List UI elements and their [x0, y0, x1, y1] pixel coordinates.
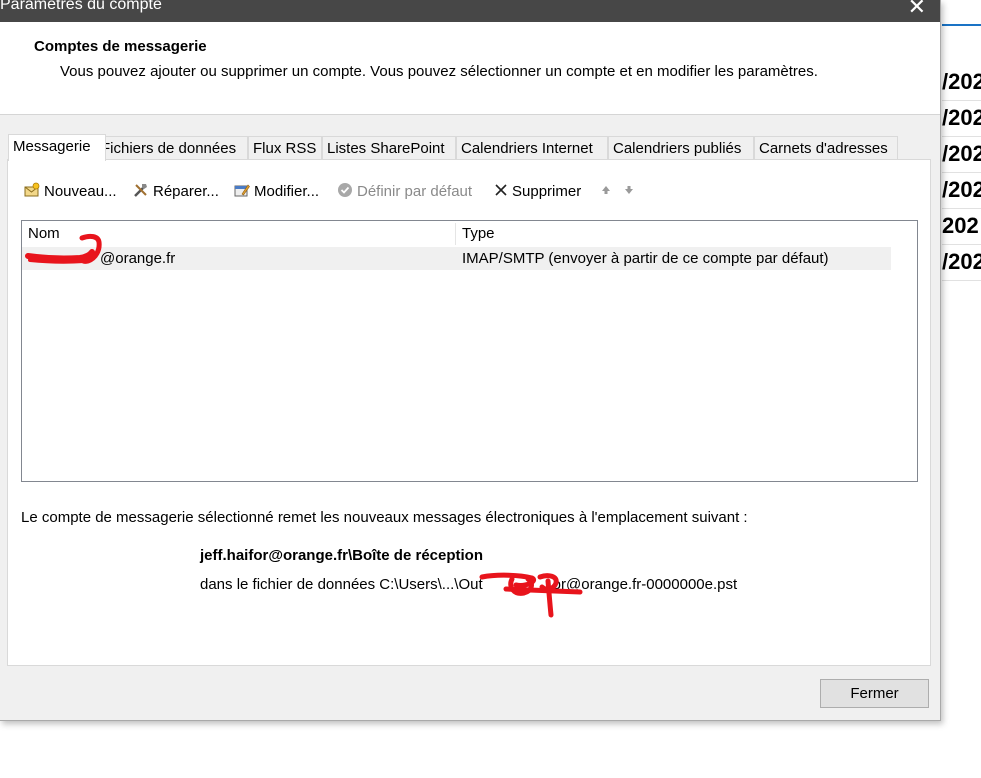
column-separator[interactable] [455, 223, 456, 245]
check-circle-icon [338, 183, 352, 197]
edit-account-icon [234, 184, 250, 197]
account-row[interactable]: @orange.fr IMAP/SMTP (envoyer à partir d… [22, 247, 891, 270]
header-description: Vous pouvez ajouter ou supprimer un comp… [60, 63, 818, 80]
new-account-button[interactable]: Nouveau... [24, 182, 117, 202]
move-down-button[interactable] [621, 182, 641, 202]
background-date-cell: /202 [942, 136, 981, 173]
tab-published-calendars[interactable]: Calendriers publiés [608, 136, 754, 160]
background-date-cell: 202 [942, 208, 981, 245]
repair-button[interactable]: Réparer... [133, 182, 219, 202]
delete-x-icon [495, 184, 507, 196]
tab-internet-calendars[interactable]: Calendriers Internet [456, 136, 608, 160]
header-title: Comptes de messagerie [34, 38, 207, 55]
accounts-list[interactable]: Nom Type @orange.fr IMAP/SMTP (envoyer à… [21, 220, 918, 482]
close-button[interactable]: Fermer [820, 679, 929, 708]
modify-button[interactable]: Modifier... [234, 182, 319, 202]
delete-label: Supprimer [512, 183, 582, 200]
redaction-scribble [479, 572, 583, 618]
dialog-header: Comptes de messagerie Vous pouvez ajoute… [0, 22, 940, 115]
account-settings-dialog: Paramètres du compte ✕ Comptes de messag… [0, 0, 941, 721]
modify-label: Modifier... [254, 183, 320, 200]
account-type: IMAP/SMTP (envoyer à partir de ce compte… [462, 250, 829, 267]
set-default-label: Définir par défaut [357, 183, 473, 200]
set-default-button[interactable]: Définir par défaut [337, 182, 472, 202]
arrow-up-icon [602, 186, 610, 194]
delivery-intro: Le compte de messagerie sélectionné reme… [21, 509, 748, 526]
delete-button[interactable]: Supprimer [493, 182, 581, 202]
background-date-cell: /202 [942, 172, 981, 209]
tab-rss-feeds[interactable]: Flux RSS [248, 136, 322, 160]
tab-panel-messagerie: Nouveau... Réparer... Modifier... Défini… [7, 159, 931, 666]
background-date-cell: /202 [942, 64, 981, 101]
background-date-cell: /202 [942, 244, 981, 281]
delivery-location: jeff.haifor@orange.fr\Boîte de réception [200, 547, 483, 564]
background-header-line [942, 0, 981, 26]
tools-icon [134, 184, 147, 197]
move-up-button[interactable] [598, 182, 618, 202]
tab-sharepoint-lists[interactable]: Listes SharePoint [322, 136, 456, 160]
column-header-type[interactable]: Type [462, 221, 495, 245]
title-bar[interactable]: Paramètres du compte ✕ [0, 0, 940, 22]
window-title: Paramètres du compte [0, 0, 162, 13]
tab-address-books[interactable]: Carnets d'adresses [754, 136, 898, 160]
data-file-path-prefix: dans le fichier de données C:\Users\...\… [200, 576, 483, 593]
new-mail-icon [24, 182, 40, 197]
background-date-cell: /202 [942, 100, 981, 137]
close-icon[interactable]: ✕ [908, 0, 926, 18]
data-file-path: dans le fichier de données C:\Users\...\… [200, 576, 737, 593]
tab-messagerie[interactable]: Messagerie [8, 134, 106, 161]
arrow-down-icon [625, 186, 633, 194]
tab-data-files[interactable]: Fichiers de données [96, 136, 248, 160]
repair-label: Réparer... [153, 183, 219, 200]
background-window: /202 /202 /202 /202 202 /202 [942, 0, 981, 778]
list-header: Nom Type [22, 221, 891, 245]
redaction-scribble [25, 233, 102, 264]
new-account-label: Nouveau... [44, 183, 117, 200]
